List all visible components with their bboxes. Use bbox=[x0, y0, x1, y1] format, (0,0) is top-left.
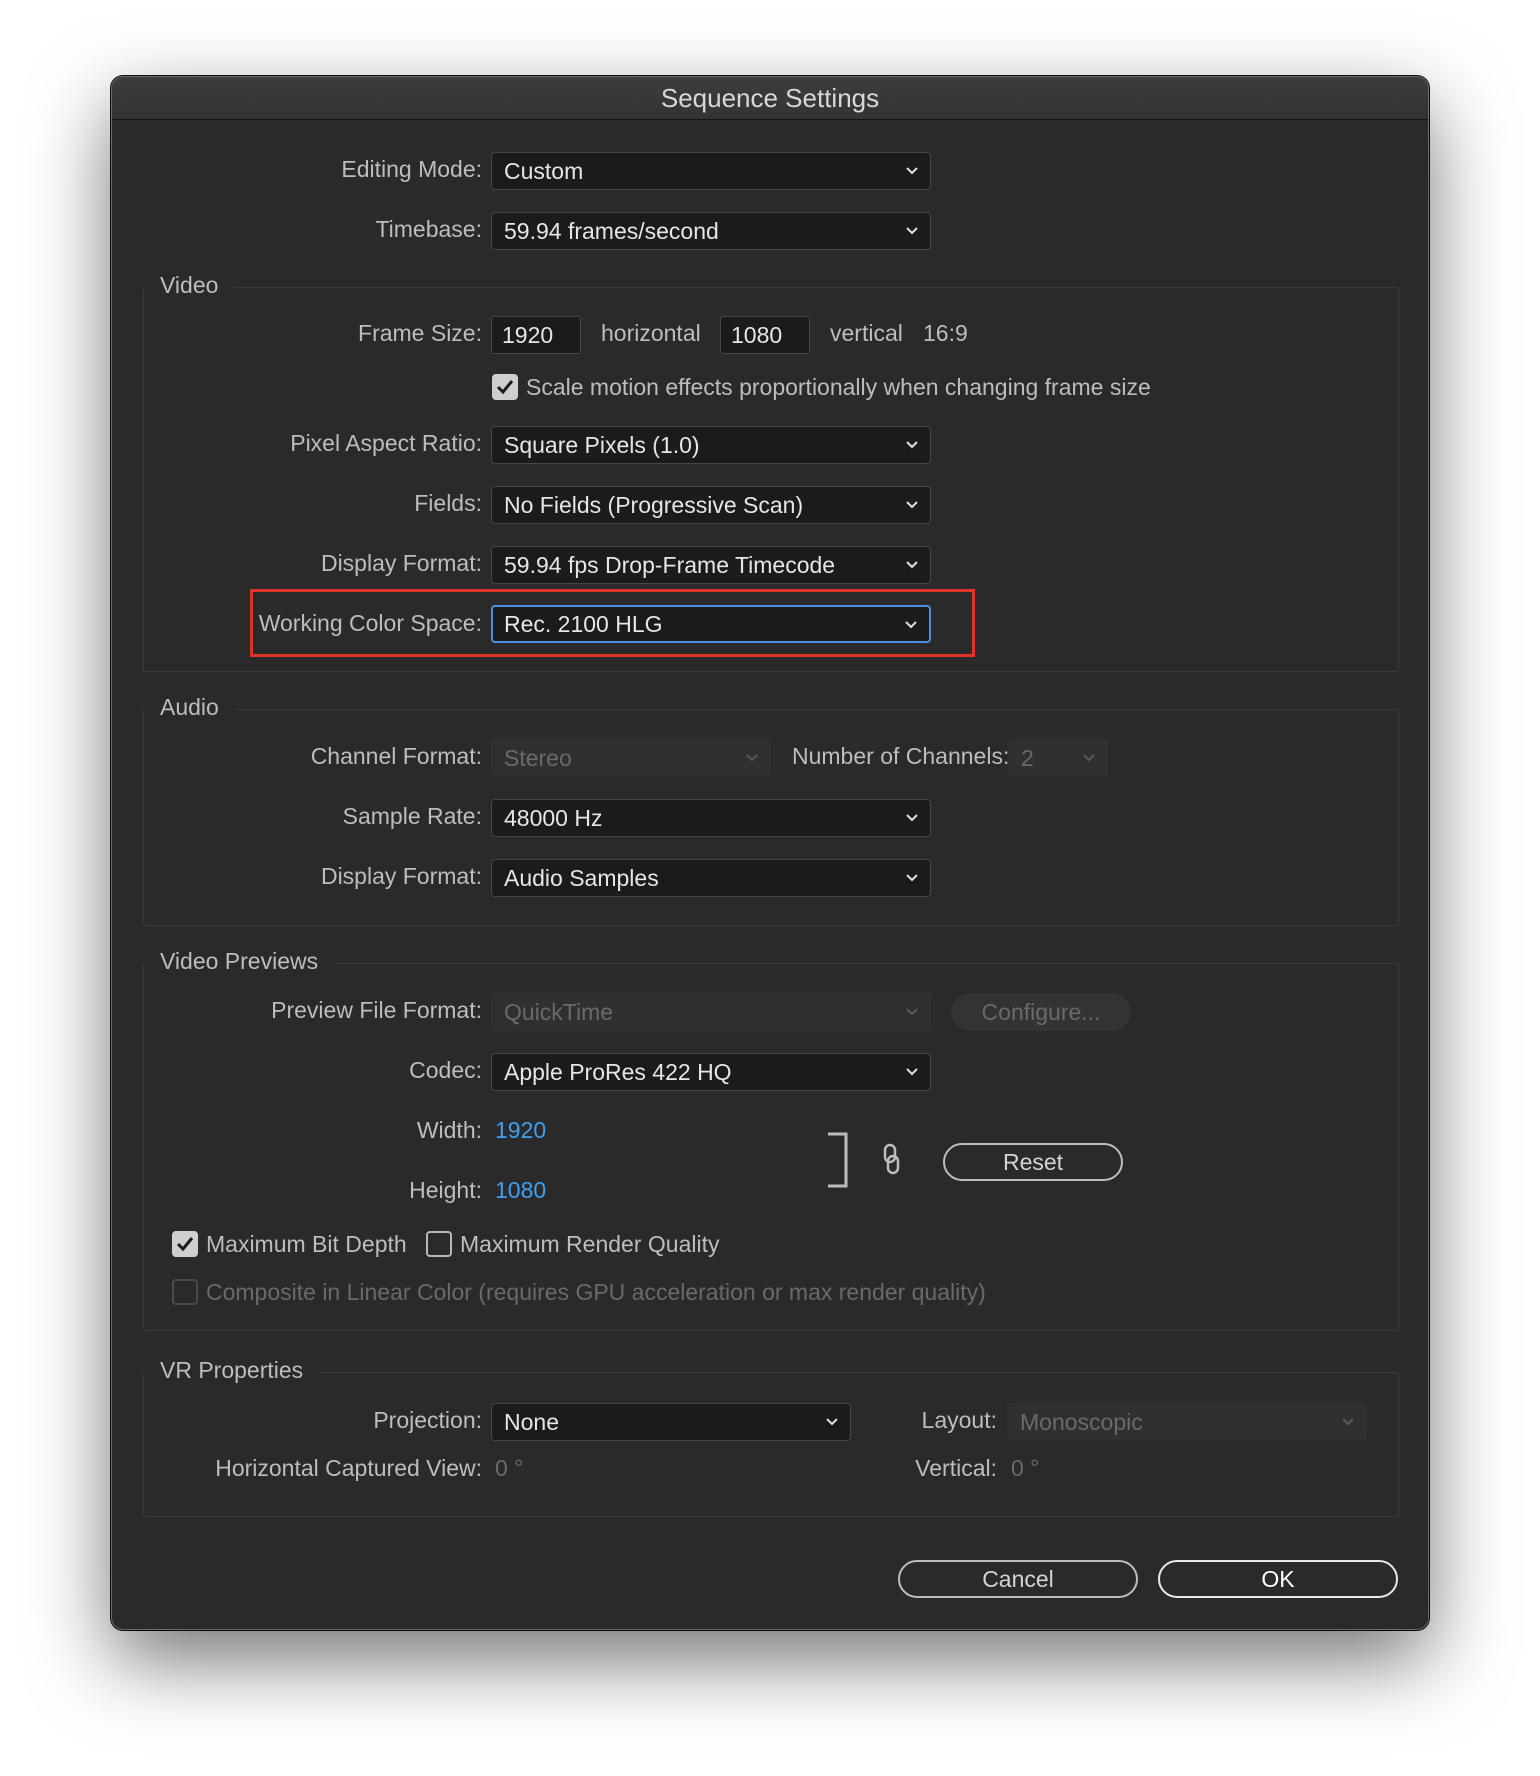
channel-format-label: Channel Format: bbox=[310, 743, 482, 769]
working-color-space-value: Rec. 2100 HLG bbox=[504, 611, 663, 637]
frame-height-input[interactable]: 1080 bbox=[720, 316, 810, 354]
projection-label: Projection: bbox=[373, 1407, 482, 1433]
chevron-down-icon bbox=[906, 167, 918, 175]
checkmark-icon bbox=[176, 1237, 194, 1252]
max-render-quality-checkbox[interactable] bbox=[426, 1231, 452, 1257]
editing-mode-value: Custom bbox=[504, 158, 584, 184]
video-previews-group-title: Video Previews bbox=[144, 948, 335, 975]
video-display-format-select[interactable]: 59.94 fps Drop-Frame Timecode bbox=[491, 546, 931, 584]
chevron-down-icon bbox=[826, 1418, 838, 1426]
vertical-vr-value: 0 ° bbox=[1011, 1455, 1040, 1481]
working-color-space-select[interactable]: Rec. 2100 HLG bbox=[491, 605, 931, 643]
max-render-quality-label: Maximum Render Quality bbox=[460, 1231, 720, 1257]
codec-value: Apple ProRes 422 HQ bbox=[504, 1059, 732, 1085]
dialog-title: Sequence Settings bbox=[112, 77, 1428, 120]
chevron-down-icon bbox=[905, 621, 917, 629]
channel-format-select[interactable]: Stereo bbox=[491, 739, 771, 777]
sequence-settings-dialog: Sequence Settings Editing Mode: Custom T… bbox=[111, 76, 1429, 1630]
layout-select[interactable]: Monoscopic bbox=[1007, 1403, 1367, 1441]
chevron-down-icon bbox=[906, 501, 918, 509]
number-of-channels-select[interactable]: 2 bbox=[1008, 739, 1108, 777]
chevron-down-icon bbox=[906, 441, 918, 449]
editing-mode-select[interactable]: Custom bbox=[491, 152, 931, 190]
vr-properties-group-title: VR Properties bbox=[144, 1357, 320, 1384]
codec-label: Codec: bbox=[409, 1057, 482, 1083]
audio-display-format-label: Display Format: bbox=[320, 863, 482, 889]
sample-rate-select[interactable]: 48000 Hz bbox=[491, 799, 931, 837]
audio-display-format-select[interactable]: Audio Samples bbox=[491, 859, 931, 897]
number-of-channels-label: Number of Channels: bbox=[792, 743, 1010, 769]
projection-value: None bbox=[504, 1409, 559, 1435]
chevron-down-icon bbox=[906, 874, 918, 882]
channel-format-value: Stereo bbox=[504, 745, 572, 771]
max-bit-depth-label: Maximum Bit Depth bbox=[206, 1231, 407, 1257]
frame-size-label: Frame Size: bbox=[358, 320, 482, 346]
chevron-down-icon bbox=[1083, 754, 1095, 762]
sample-rate-value: 48000 Hz bbox=[504, 805, 603, 831]
chevron-down-icon bbox=[906, 561, 918, 569]
vr-properties-group bbox=[143, 1372, 1399, 1517]
vertical-vr-label: Vertical: bbox=[915, 1455, 997, 1481]
pixel-aspect-ratio-value: Square Pixels (1.0) bbox=[504, 432, 700, 458]
cancel-button[interactable]: Cancel bbox=[898, 1560, 1138, 1598]
preview-width-value[interactable]: 1920 bbox=[495, 1117, 546, 1144]
chevron-down-icon bbox=[906, 1008, 918, 1016]
chevron-down-icon bbox=[1342, 1418, 1354, 1426]
scale-motion-checkbox[interactable] bbox=[492, 374, 518, 400]
number-of-channels-value: 2 bbox=[1021, 745, 1034, 771]
composite-linear-label: Composite in Linear Color (requires GPU … bbox=[206, 1279, 986, 1305]
chevron-down-icon bbox=[906, 1068, 918, 1076]
composite-linear-checkbox[interactable] bbox=[172, 1279, 198, 1305]
horizontal-captured-view-value: 0 ° bbox=[495, 1455, 524, 1481]
reset-button[interactable]: Reset bbox=[943, 1143, 1123, 1181]
video-display-format-label: Display Format: bbox=[320, 550, 482, 576]
video-group-title: Video bbox=[144, 272, 235, 299]
ok-button[interactable]: OK bbox=[1158, 1560, 1398, 1598]
link-icon[interactable] bbox=[880, 1143, 902, 1177]
checkmark-icon bbox=[496, 380, 514, 395]
frame-width-input[interactable]: 1920 bbox=[491, 316, 581, 354]
bracket-icon bbox=[828, 1132, 848, 1188]
codec-select[interactable]: Apple ProRes 422 HQ bbox=[491, 1053, 931, 1091]
chevron-down-icon bbox=[906, 814, 918, 822]
fields-label: Fields: bbox=[414, 490, 482, 516]
timebase-label: Timebase: bbox=[375, 216, 482, 242]
max-bit-depth-checkbox[interactable] bbox=[172, 1231, 198, 1257]
height-label: Height: bbox=[409, 1177, 482, 1203]
audio-display-format-value: Audio Samples bbox=[504, 865, 659, 891]
pixel-aspect-ratio-select[interactable]: Square Pixels (1.0) bbox=[491, 426, 931, 464]
width-label: Width: bbox=[416, 1117, 482, 1143]
layout-label: Layout: bbox=[921, 1407, 997, 1433]
preview-height-value[interactable]: 1080 bbox=[495, 1177, 546, 1204]
preview-file-format-label: Preview File Format: bbox=[271, 997, 482, 1023]
sample-rate-label: Sample Rate: bbox=[342, 803, 482, 829]
audio-group-title: Audio bbox=[144, 694, 235, 721]
editing-mode-label: Editing Mode: bbox=[341, 156, 482, 182]
preview-file-format-value: QuickTime bbox=[504, 999, 614, 1025]
preview-file-format-select[interactable]: QuickTime bbox=[491, 993, 931, 1031]
layout-value: Monoscopic bbox=[1020, 1409, 1143, 1435]
video-display-format-value: 59.94 fps Drop-Frame Timecode bbox=[504, 552, 836, 578]
horizontal-label: horizontal bbox=[601, 320, 701, 346]
chevron-down-icon bbox=[906, 227, 918, 235]
chevron-down-icon bbox=[746, 754, 758, 762]
aspect-ratio-text: 16:9 bbox=[923, 320, 968, 346]
configure-button[interactable]: Configure... bbox=[951, 993, 1131, 1031]
horizontal-captured-view-label: Horizontal Captured View: bbox=[215, 1455, 482, 1481]
vertical-label: vertical bbox=[830, 320, 903, 346]
pixel-aspect-ratio-label: Pixel Aspect Ratio: bbox=[290, 430, 482, 456]
working-color-space-label: Working Color Space: bbox=[258, 610, 482, 636]
scale-motion-label: Scale motion effects proportionally when… bbox=[526, 374, 1151, 400]
timebase-select[interactable]: 59.94 frames/second bbox=[491, 212, 931, 250]
fields-select[interactable]: No Fields (Progressive Scan) bbox=[491, 486, 931, 524]
fields-value: No Fields (Progressive Scan) bbox=[504, 492, 804, 518]
timebase-value: 59.94 frames/second bbox=[504, 218, 719, 244]
projection-select[interactable]: None bbox=[491, 1403, 851, 1441]
